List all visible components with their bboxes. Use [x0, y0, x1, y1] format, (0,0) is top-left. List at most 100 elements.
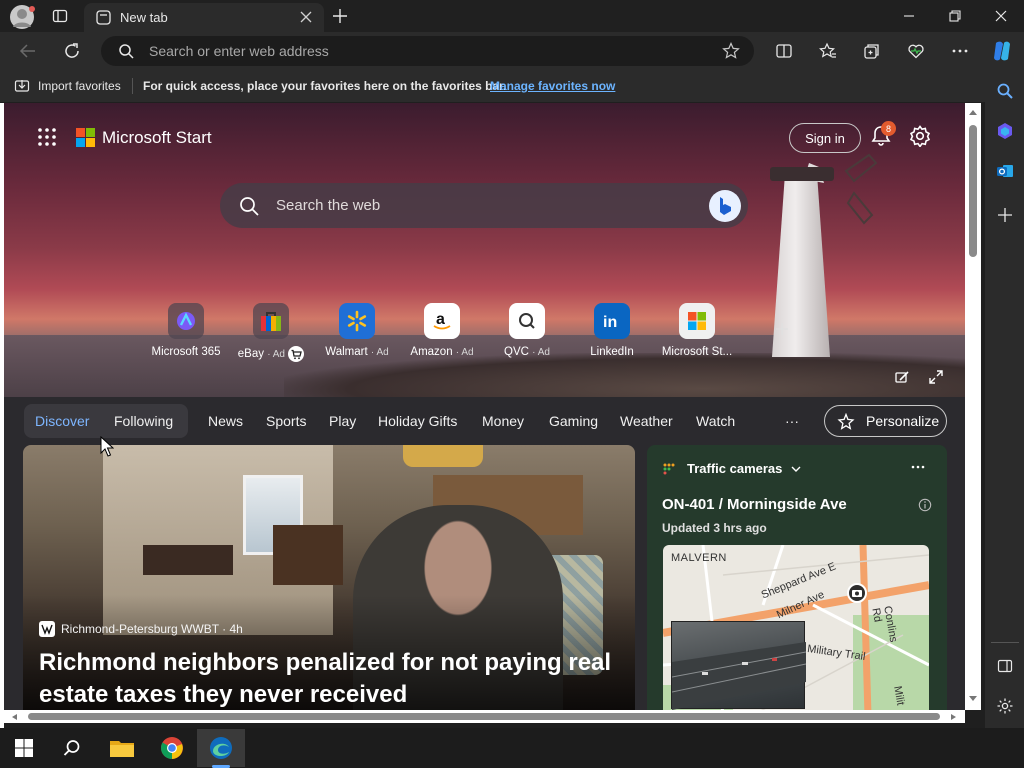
manage-favorites-link[interactable]: Manage favorites now — [490, 79, 615, 93]
close-window-button[interactable] — [978, 0, 1024, 32]
scroll-down-arrow-icon[interactable] — [968, 695, 978, 703]
article-title[interactable]: Richmond neighbors penalized for not pay… — [39, 647, 619, 710]
chrome-icon[interactable] — [150, 730, 194, 766]
tab-weather[interactable]: Weather — [620, 413, 673, 429]
favorites-bar-message: For quick access, place your favorites h… — [143, 79, 507, 93]
tab-actions-icon[interactable] — [52, 8, 68, 24]
traffic-cameras-card: Traffic cameras ON-401 / Morningside Ave… — [647, 445, 947, 710]
tab-money[interactable]: Money — [482, 413, 524, 429]
qvc-logo-icon — [509, 303, 545, 339]
quick-link-microsoft-store[interactable]: Microsoft St... — [652, 303, 742, 358]
traffic-camera-thumbnail[interactable] — [671, 621, 806, 710]
quick-link-ebay[interactable]: eBay · Ad — [226, 303, 316, 362]
tab-gaming[interactable]: Gaming — [549, 413, 598, 429]
personalize-label: Personalize — [866, 413, 940, 429]
customize-background-icon[interactable] — [894, 369, 910, 385]
favorites-bar: Import favorites For quick access, place… — [0, 70, 985, 102]
expand-icon[interactable] — [928, 369, 944, 385]
tab-news[interactable]: News — [208, 413, 243, 429]
chevron-down-icon[interactable] — [791, 465, 801, 473]
top-story-card[interactable]: Richmond-Petersburg WWBT · 4h Richmond n… — [23, 445, 635, 710]
web-search-box[interactable]: Search the web — [220, 183, 748, 228]
vertical-scroll-thumb[interactable] — [969, 125, 977, 257]
traffic-map[interactable]: MALVERN Sheppard Ave E Milner Ave Conlin… — [663, 545, 929, 710]
tab-holiday-gifts[interactable]: Holiday Gifts — [378, 413, 457, 429]
tab-play[interactable]: Play — [329, 413, 356, 429]
tab-watch[interactable]: Watch — [696, 413, 735, 429]
split-screen-icon[interactable] — [770, 37, 798, 65]
back-button[interactable] — [14, 37, 42, 65]
refresh-button[interactable] — [58, 37, 86, 65]
quick-link-qvc[interactable]: QVC · Ad — [482, 303, 572, 358]
tab-new-tab[interactable]: New tab — [84, 3, 324, 32]
web-search-input[interactable]: Search the web — [276, 197, 380, 214]
brand-title[interactable]: Microsoft Start — [102, 128, 212, 148]
tab-title: New tab — [120, 10, 168, 25]
personalize-button[interactable]: Personalize — [824, 405, 947, 437]
add-quick-link-icon[interactable] — [775, 322, 789, 336]
ebay-bag-icon — [253, 303, 289, 339]
start-button[interactable] — [2, 730, 46, 766]
favorites-icon[interactable] — [814, 37, 842, 65]
quick-link-linkedin[interactable]: in LinkedIn — [567, 303, 657, 358]
restore-button[interactable] — [932, 0, 978, 32]
quick-link-amazon[interactable]: a Amazon · Ad — [397, 303, 487, 358]
close-tab-icon[interactable] — [300, 11, 312, 23]
more-options-icon[interactable] — [946, 37, 974, 65]
mouse-cursor-icon — [100, 436, 114, 457]
more-tabs-button[interactable]: ··· — [785, 413, 799, 429]
tab-discover[interactable]: Discover — [35, 413, 89, 429]
hide-sidebar-icon[interactable] — [991, 652, 1019, 680]
taskbar-search-icon[interactable] — [50, 730, 94, 766]
sidebar-outlook-icon[interactable] — [991, 157, 1019, 185]
microsoft-logo-icon[interactable] — [76, 128, 95, 147]
quick-link-microsoft-365[interactable]: Microsoft 365 — [141, 303, 231, 358]
bing-chat-icon[interactable] — [709, 190, 741, 222]
quick-link-label: Microsoft 365 — [151, 346, 221, 358]
sidebar-search-icon[interactable] — [991, 77, 1019, 105]
profile-status-dot — [29, 6, 35, 12]
new-tab-plus-icon[interactable] — [332, 8, 348, 24]
scroll-up-arrow-icon[interactable] — [968, 108, 978, 116]
microsoft-store-icon — [679, 303, 715, 339]
page-settings-gear-icon[interactable] — [909, 125, 931, 147]
import-favorites-button[interactable]: Import favorites — [38, 79, 121, 93]
quick-link-walmart[interactable]: Walmart · Ad — [312, 303, 402, 358]
microsoft-365-icon — [168, 303, 204, 339]
scroll-left-arrow-icon[interactable] — [10, 713, 18, 721]
article-photo-lamp — [403, 445, 483, 467]
scroll-right-arrow-icon[interactable] — [950, 713, 958, 721]
sign-in-button[interactable]: Sign in — [789, 123, 861, 153]
sidebar-settings-icon[interactable] — [991, 692, 1019, 720]
collections-icon[interactable] — [858, 37, 886, 65]
traffic-cameras-heading[interactable]: Traffic cameras — [687, 461, 782, 476]
tab-following[interactable]: Following — [114, 413, 173, 429]
tab-sports[interactable]: Sports — [266, 413, 306, 429]
sidebar-add-icon[interactable] — [991, 201, 1019, 229]
card-more-options-icon[interactable] — [911, 465, 925, 469]
apps-launcher-icon[interactable] — [38, 128, 56, 146]
favbar-divider — [132, 78, 133, 94]
sidebar-divider — [991, 642, 1019, 643]
address-bar[interactable]: Search or enter web address — [101, 36, 754, 66]
horizontal-scrollbar[interactable] — [4, 710, 965, 723]
minimize-button[interactable] — [886, 0, 932, 32]
shopping-cart-icon[interactable] — [288, 346, 305, 362]
quick-link-label: Amazon · Ad — [410, 346, 474, 358]
linkedin-logo-icon: in — [594, 303, 630, 339]
favorite-star-icon[interactable] — [722, 42, 740, 60]
horizontal-scroll-thumb[interactable] — [28, 713, 940, 720]
camera-marker-icon[interactable] — [847, 583, 867, 603]
traffic-cameras-icon — [663, 463, 675, 475]
title-bar: New tab — [0, 0, 1024, 32]
file-explorer-icon[interactable] — [100, 730, 144, 766]
wwbt-logo-icon — [39, 621, 55, 637]
edge-taskbar-icon[interactable] — [197, 729, 245, 767]
browser-essentials-icon[interactable] — [902, 37, 930, 65]
article-source-text: Richmond-Petersburg WWBT · 4h — [61, 622, 243, 636]
info-icon[interactable] — [918, 498, 932, 512]
sidebar-copilot-icon[interactable] — [991, 117, 1019, 145]
address-input[interactable]: Search or enter web address — [149, 43, 329, 59]
vertical-scrollbar[interactable] — [965, 103, 981, 710]
copilot-icon[interactable] — [988, 37, 1016, 65]
